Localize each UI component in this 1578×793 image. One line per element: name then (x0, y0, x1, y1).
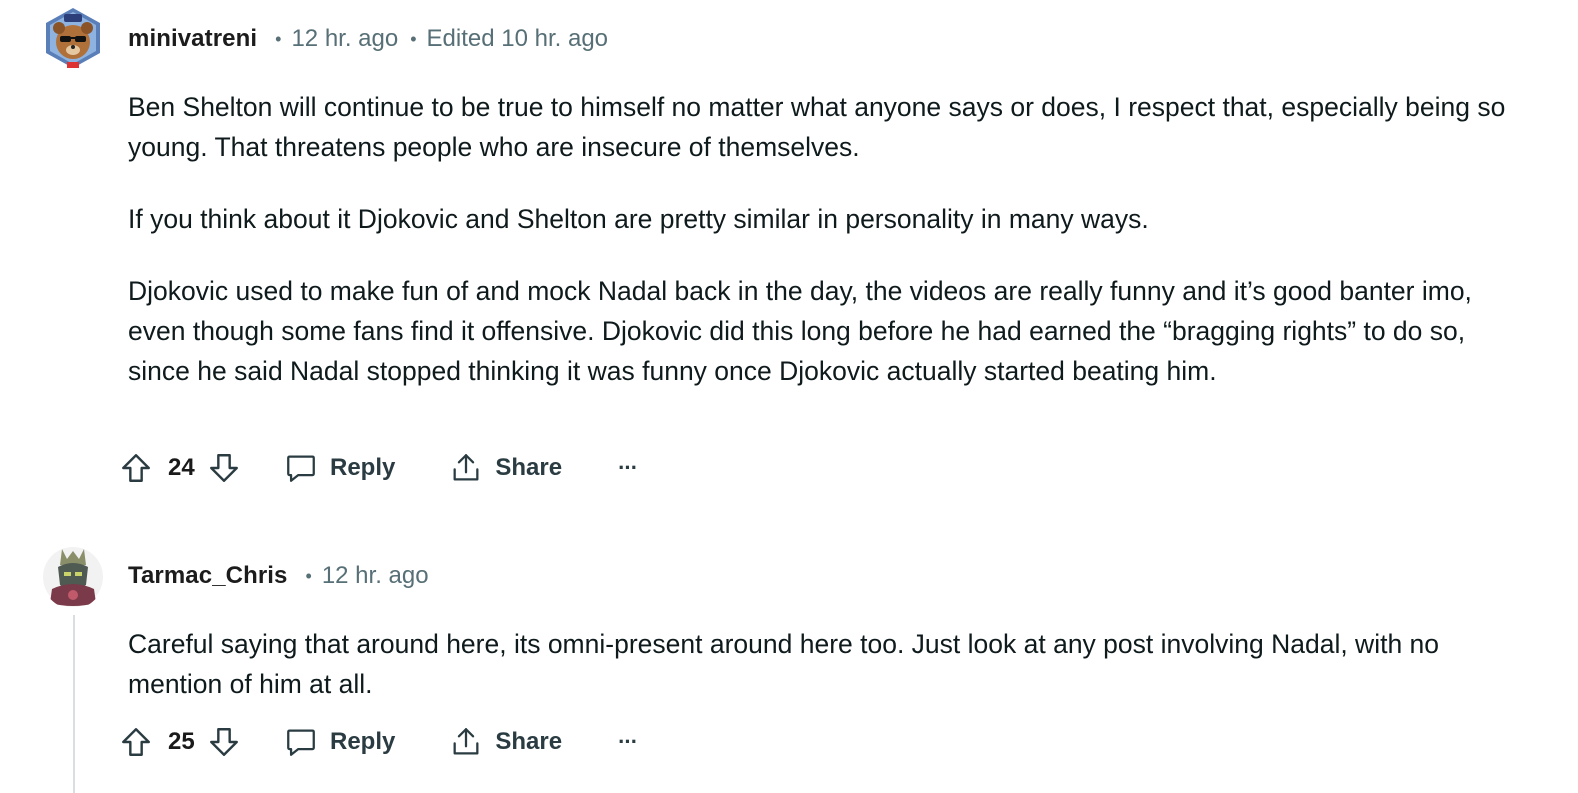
vote-score: 24 (168, 454, 195, 481)
avatar[interactable] (42, 545, 104, 609)
comment-bubble-icon (284, 451, 318, 485)
comment-body: Ben Shelton will continue to be true to … (128, 87, 1528, 391)
share-icon (449, 451, 483, 485)
thread-line[interactable] (73, 615, 75, 793)
more-options-icon: ··· (618, 729, 638, 754)
comment-body: Careful saying that around here, its omn… (128, 624, 1528, 704)
reply-button[interactable]: Reply (284, 722, 395, 762)
comment-paragraph: Careful saying that around here, its omn… (128, 629, 1440, 699)
more-options-icon: ··· (618, 455, 638, 480)
comment-actions: 24 Reply Share ··· (118, 448, 638, 488)
share-label: Share (495, 454, 563, 481)
comment-meta: minivatreni • 12 hr. ago • Edited 10 hr.… (128, 24, 608, 54)
comment-thread: minivatreni • 12 hr. ago • Edited 10 hr.… (0, 0, 1578, 793)
avatar[interactable] (42, 6, 104, 70)
upvote-icon[interactable] (118, 450, 154, 486)
author-name[interactable]: minivatreni (128, 25, 257, 53)
reply-label: Reply (330, 454, 396, 481)
comment-bubble-icon (284, 725, 318, 759)
bear-avatar-icon (46, 8, 100, 68)
reply-label: Reply (330, 728, 396, 755)
comment-actions: 25 Reply Share ··· (118, 722, 638, 762)
share-button[interactable]: Share (449, 448, 562, 488)
comment-paragraph: Ben Shelton will continue to be true to … (128, 92, 1506, 162)
share-icon (449, 725, 483, 759)
reply-button[interactable]: Reply (284, 448, 395, 488)
downvote-icon[interactable] (206, 724, 242, 760)
meta-separator: • (275, 28, 282, 49)
comment-paragraph: Djokovic used to make fun of and mock Na… (128, 276, 1472, 386)
meta-separator: • (410, 28, 417, 49)
edited-timestamp: Edited 10 hr. ago (426, 25, 609, 52)
comment-paragraph: If you think about it Djokovic and Shelt… (128, 204, 1149, 234)
more-options-button[interactable]: ··· (618, 448, 638, 488)
timestamp[interactable]: 12 hr. ago (291, 25, 398, 53)
author-name[interactable]: Tarmac_Chris (128, 562, 288, 590)
upvote-icon[interactable] (118, 724, 154, 760)
downvote-icon[interactable] (206, 450, 242, 486)
meta-separator: • (305, 565, 312, 586)
comment-meta: Tarmac_Chris • 12 hr. ago (128, 561, 429, 591)
knight-avatar-icon (43, 547, 103, 607)
more-options-button[interactable]: ··· (618, 722, 638, 762)
share-button[interactable]: Share (449, 722, 562, 762)
vote-score: 25 (168, 728, 195, 755)
share-label: Share (495, 728, 563, 755)
timestamp[interactable]: 12 hr. ago (322, 562, 429, 590)
